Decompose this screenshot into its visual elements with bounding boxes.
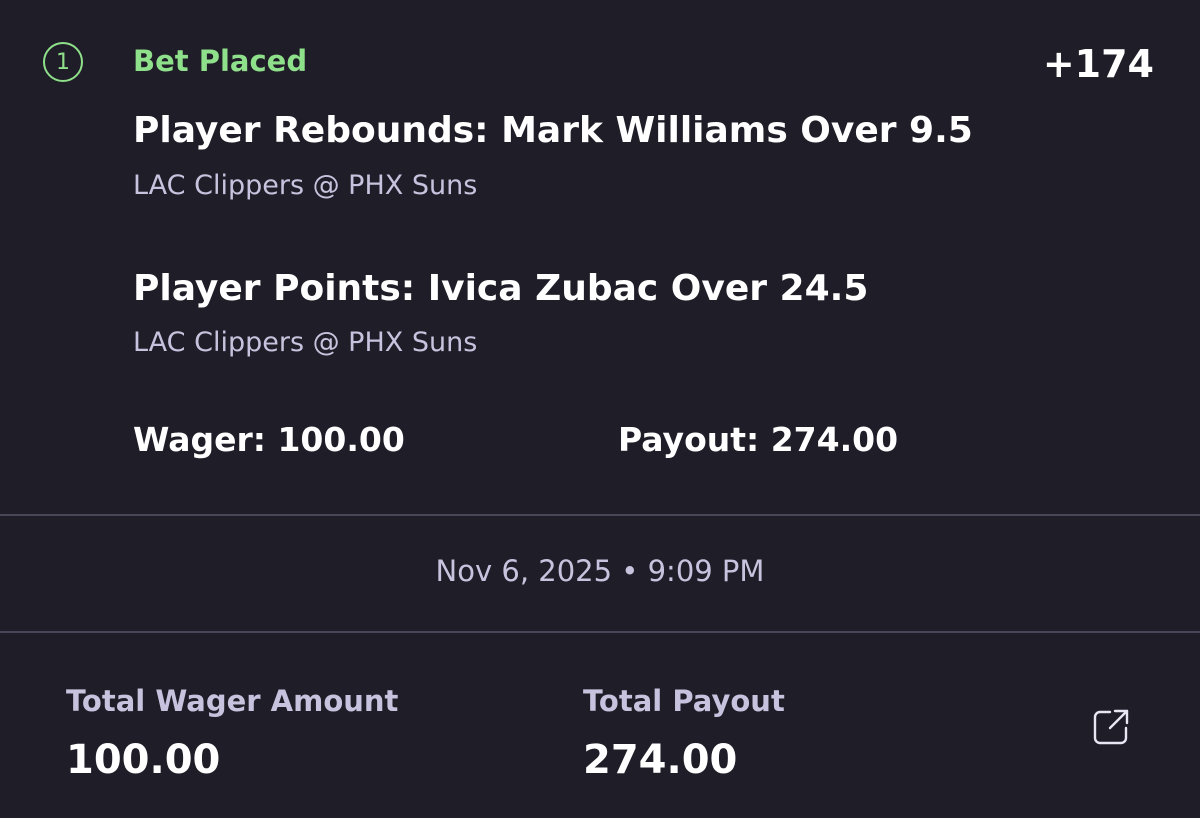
bet-timestamp: Nov 6, 2025 • 9:09 PM	[435, 554, 765, 588]
pick-title: Player Rebounds: Mark Williams Over 9.5	[133, 110, 973, 151]
wager-amount: Wager: 100.00	[133, 420, 405, 459]
pick-title: Player Points: Ivica Zubac Over 24.5	[133, 268, 869, 309]
pick-matchup: LAC Clippers @ PHX Suns	[133, 327, 478, 358]
payout-amount: Payout: 274.00	[618, 420, 899, 459]
share-button[interactable]	[1090, 706, 1132, 748]
bet-status: Bet Placed	[133, 44, 308, 78]
divider	[0, 514, 1200, 516]
divider	[0, 631, 1200, 633]
bet-slip: 1 Bet Placed +174 Player Rebounds: Mark …	[0, 0, 1200, 818]
total-wager-value: 100.00	[66, 737, 221, 783]
pick-matchup: LAC Clippers @ PHX Suns	[133, 170, 478, 201]
total-payout-label: Total Payout	[583, 684, 785, 718]
share-external-icon	[1090, 706, 1132, 748]
total-payout-value: 274.00	[583, 737, 738, 783]
leg-number: 1	[56, 49, 70, 75]
total-wager-label: Total Wager Amount	[66, 684, 399, 718]
bet-odds: +174	[1042, 42, 1154, 86]
leg-number-badge: 1	[43, 42, 83, 82]
